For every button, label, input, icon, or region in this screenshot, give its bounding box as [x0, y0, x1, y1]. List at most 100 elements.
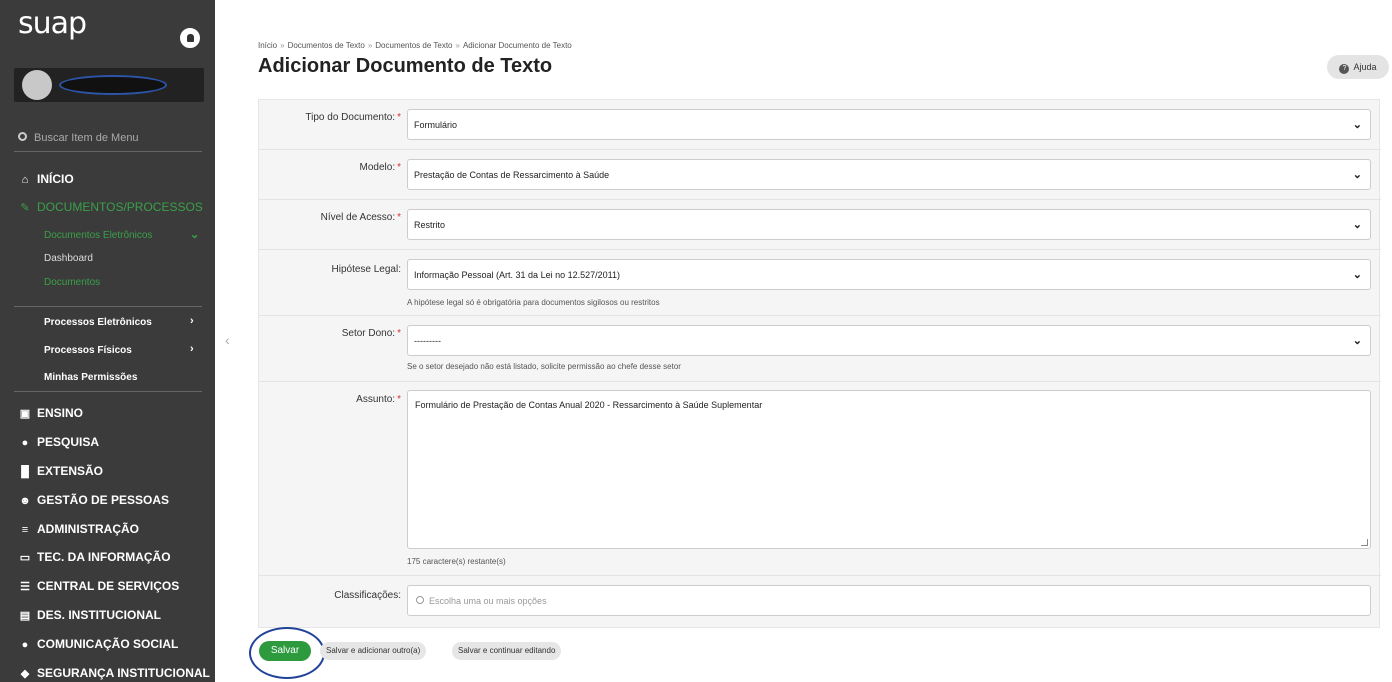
ensino-icon: ▣ — [19, 408, 31, 420]
user-profile[interactable] — [14, 68, 204, 102]
home-icon: ⌂ — [21, 174, 29, 186]
breadcrumb-separator: » — [455, 41, 460, 50]
setor-label: Setor Dono: * — [342, 328, 401, 339]
nav-seguranca-institucional-label: SEGURANÇA INSTITUCIONAL — [37, 666, 210, 680]
building-icon: █ — [21, 466, 29, 478]
assunto-textarea[interactable]: Formulário de Prestação de Contas Anual … — [407, 390, 1371, 549]
tipo-select[interactable]: Formulário ⌄ — [407, 109, 1371, 140]
nav-dashboard[interactable]: Dashboard — [44, 253, 93, 264]
row-hipotese: Hipótese Legal: Informação Pessoal (Art.… — [259, 250, 1381, 316]
chevron-right-icon[interactable]: › — [190, 343, 194, 355]
nav-processos-fisicos[interactable]: Processos Físicos — [44, 345, 132, 356]
chevron-down-icon: ⌄ — [1352, 119, 1362, 131]
question-icon: ? — [1339, 64, 1350, 74]
hipotese-help: A hipótese legal só é obrigatória para d… — [407, 298, 660, 307]
nav-ensino[interactable]: ▣ ENSINO — [18, 406, 83, 420]
save-and-continue-button[interactable]: Salvar e continuar editando — [452, 642, 562, 660]
row-assunto: Assunto: * Formulário de Prestação de Con… — [259, 382, 1381, 576]
breadcrumb-inicio[interactable]: Início — [258, 41, 277, 50]
nav-administracao[interactable]: ≡ ADMINISTRAÇÃO — [18, 522, 139, 536]
nav-documentos[interactable]: Documentos — [44, 277, 100, 288]
users-icon: ☻ — [19, 495, 31, 507]
nav-documentos-eletronicos[interactable]: Documentos Eletrônicos — [44, 230, 152, 241]
nav-seguranca-institucional[interactable]: ◆ SEGURANÇA INSTITUCIONAL — [18, 666, 210, 680]
chevron-down-icon: ⌄ — [1352, 335, 1362, 347]
row-nivel: Nível de Acesso: * Restrito ⌄ — [259, 200, 1381, 250]
help-button[interactable]: ? Ajuda — [1327, 55, 1389, 79]
breadcrumb-documentos-texto[interactable]: Documentos de Texto — [288, 41, 365, 50]
nav-tec-informacao-label: TEC. DA INFORMAÇÃO — [37, 550, 171, 564]
divider — [14, 391, 202, 392]
bell-icon[interactable] — [180, 28, 200, 48]
tipo-value: Formulário — [414, 120, 458, 130]
resize-handle[interactable] — [1361, 539, 1368, 546]
modelo-select[interactable]: Prestação de Contas de Ressarcimento à S… — [407, 159, 1371, 190]
nav-gestao-pessoas-label: GESTÃO DE PESSOAS — [37, 493, 170, 507]
nav-minhas-permissoes[interactable]: Minhas Permissões — [44, 372, 137, 383]
required-marker: * — [397, 162, 401, 173]
nav-documentos-processos-label: DOCUMENTOS/PROCESSOS — [37, 200, 203, 214]
required-marker: * — [397, 112, 401, 123]
nav-inicio[interactable]: ⌂ INÍCIO — [18, 172, 74, 186]
nav-pesquisa[interactable]: ● PESQUISA — [18, 435, 99, 449]
sidebar: suap Buscar Item de Menu ⌂ INÍCIO ✎ DOCUME… — [0, 0, 215, 682]
breadcrumb-current: Adicionar Documento de Texto — [462, 41, 572, 50]
breadcrumb-separator: » — [367, 41, 373, 50]
save-and-add-button[interactable]: Salvar e adicionar outro(a) — [320, 642, 427, 660]
chart-icon: ▤ — [19, 610, 31, 622]
hipotese-select[interactable]: Informação Pessoal (Art. 31 da Lei no 12… — [407, 259, 1371, 290]
redacted-username — [59, 75, 167, 95]
nav-central-servicos-label: CENTRAL DE SERVIÇOS — [37, 579, 180, 593]
menu-search[interactable]: Buscar Item de Menu — [18, 132, 139, 144]
nav-gestao-pessoas[interactable]: ☻ GESTÃO DE PESSOAS — [18, 493, 169, 507]
breadcrumb-separator: » — [280, 41, 285, 50]
nav-documentos-processos[interactable]: ✎ DOCUMENTOS/PROCESSOS — [18, 200, 203, 214]
classificacoes-placeholder: Escolha uma ou mais opções — [429, 596, 547, 606]
nav-comunicacao-social[interactable]: ● COMUNICAÇÃO SOCIAL — [18, 637, 179, 651]
menu-search-placeholder: Buscar Item de Menu — [34, 132, 139, 144]
tipo-label: Tipo do Documento: * — [305, 112, 401, 123]
document-icon: ✎ — [20, 202, 30, 214]
comment-icon: ● — [21, 639, 29, 651]
help-label: Ajuda — [1353, 62, 1377, 72]
nav-extensao[interactable]: █ EXTENSÃO — [18, 464, 103, 478]
chevron-down-icon[interactable]: ⌄ — [190, 228, 199, 241]
nivel-select[interactable]: Restrito ⌄ — [407, 209, 1371, 240]
globe-icon: ● — [21, 437, 29, 449]
nav-central-servicos[interactable]: ☰ CENTRAL DE SERVIÇOS — [18, 579, 179, 593]
app-logo[interactable]: suap — [18, 6, 87, 41]
nav-tec-informacao[interactable]: ▭ TEC. DA INFORMAÇÃO — [18, 550, 171, 564]
nav-inicio-label: INÍCIO — [37, 172, 74, 186]
assunto-char-count: 175 caractere(s) restante(s) — [407, 557, 506, 566]
divider — [14, 151, 202, 152]
classificacoes-input[interactable]: Escolha uma ou mais opções — [407, 585, 1371, 616]
search-icon — [18, 132, 27, 141]
setor-select[interactable]: --------- ⌄ — [407, 325, 1371, 356]
modelo-label-text: Modelo: — [359, 162, 396, 173]
shield-icon: ◆ — [20, 668, 30, 680]
save-button[interactable]: Salvar — [259, 641, 311, 661]
nav-processos-eletronicos[interactable]: Processos Eletrônicos — [44, 317, 152, 328]
search-icon — [416, 596, 424, 604]
assunto-label-text: Assunto: — [356, 394, 396, 405]
collapse-sidebar-icon[interactable]: ‹ — [225, 332, 230, 348]
list-icon: ≡ — [21, 524, 29, 536]
nav-des-institucional-label: DES. INSTITUCIONAL — [37, 608, 162, 622]
page-title: Adicionar Documento de Texto — [258, 55, 553, 77]
row-modelo: Modelo: * Prestação de Contas de Ressarci… — [259, 150, 1381, 200]
hipotese-label: Hipótese Legal: — [331, 264, 402, 275]
menu-icon: ☰ — [20, 581, 30, 593]
nivel-label: Nível de Acesso: * — [321, 212, 401, 223]
breadcrumb: Início» Documentos de Texto» Documentos de… — [258, 41, 572, 50]
modelo-label: Modelo: * — [360, 162, 401, 173]
modelo-value: Prestação de Contas de Ressarcimento à S… — [414, 170, 610, 180]
classificacoes-label: Classificações: — [334, 590, 401, 601]
avatar — [22, 70, 52, 100]
required-marker: * — [397, 212, 401, 223]
nav-des-institucional[interactable]: ▤ DES. INSTITUCIONAL — [18, 608, 161, 622]
assunto-value: Formulário de Prestação de Contas Anual … — [415, 400, 763, 410]
row-setor: Setor Dono: * --------- ⌄ Se o setor desej… — [259, 316, 1381, 382]
breadcrumb-documentos-texto-2[interactable]: Documentos de Texto — [375, 41, 452, 50]
chevron-right-icon[interactable]: › — [190, 315, 194, 327]
nav-administracao-label: ADMINISTRAÇÃO — [37, 522, 139, 536]
